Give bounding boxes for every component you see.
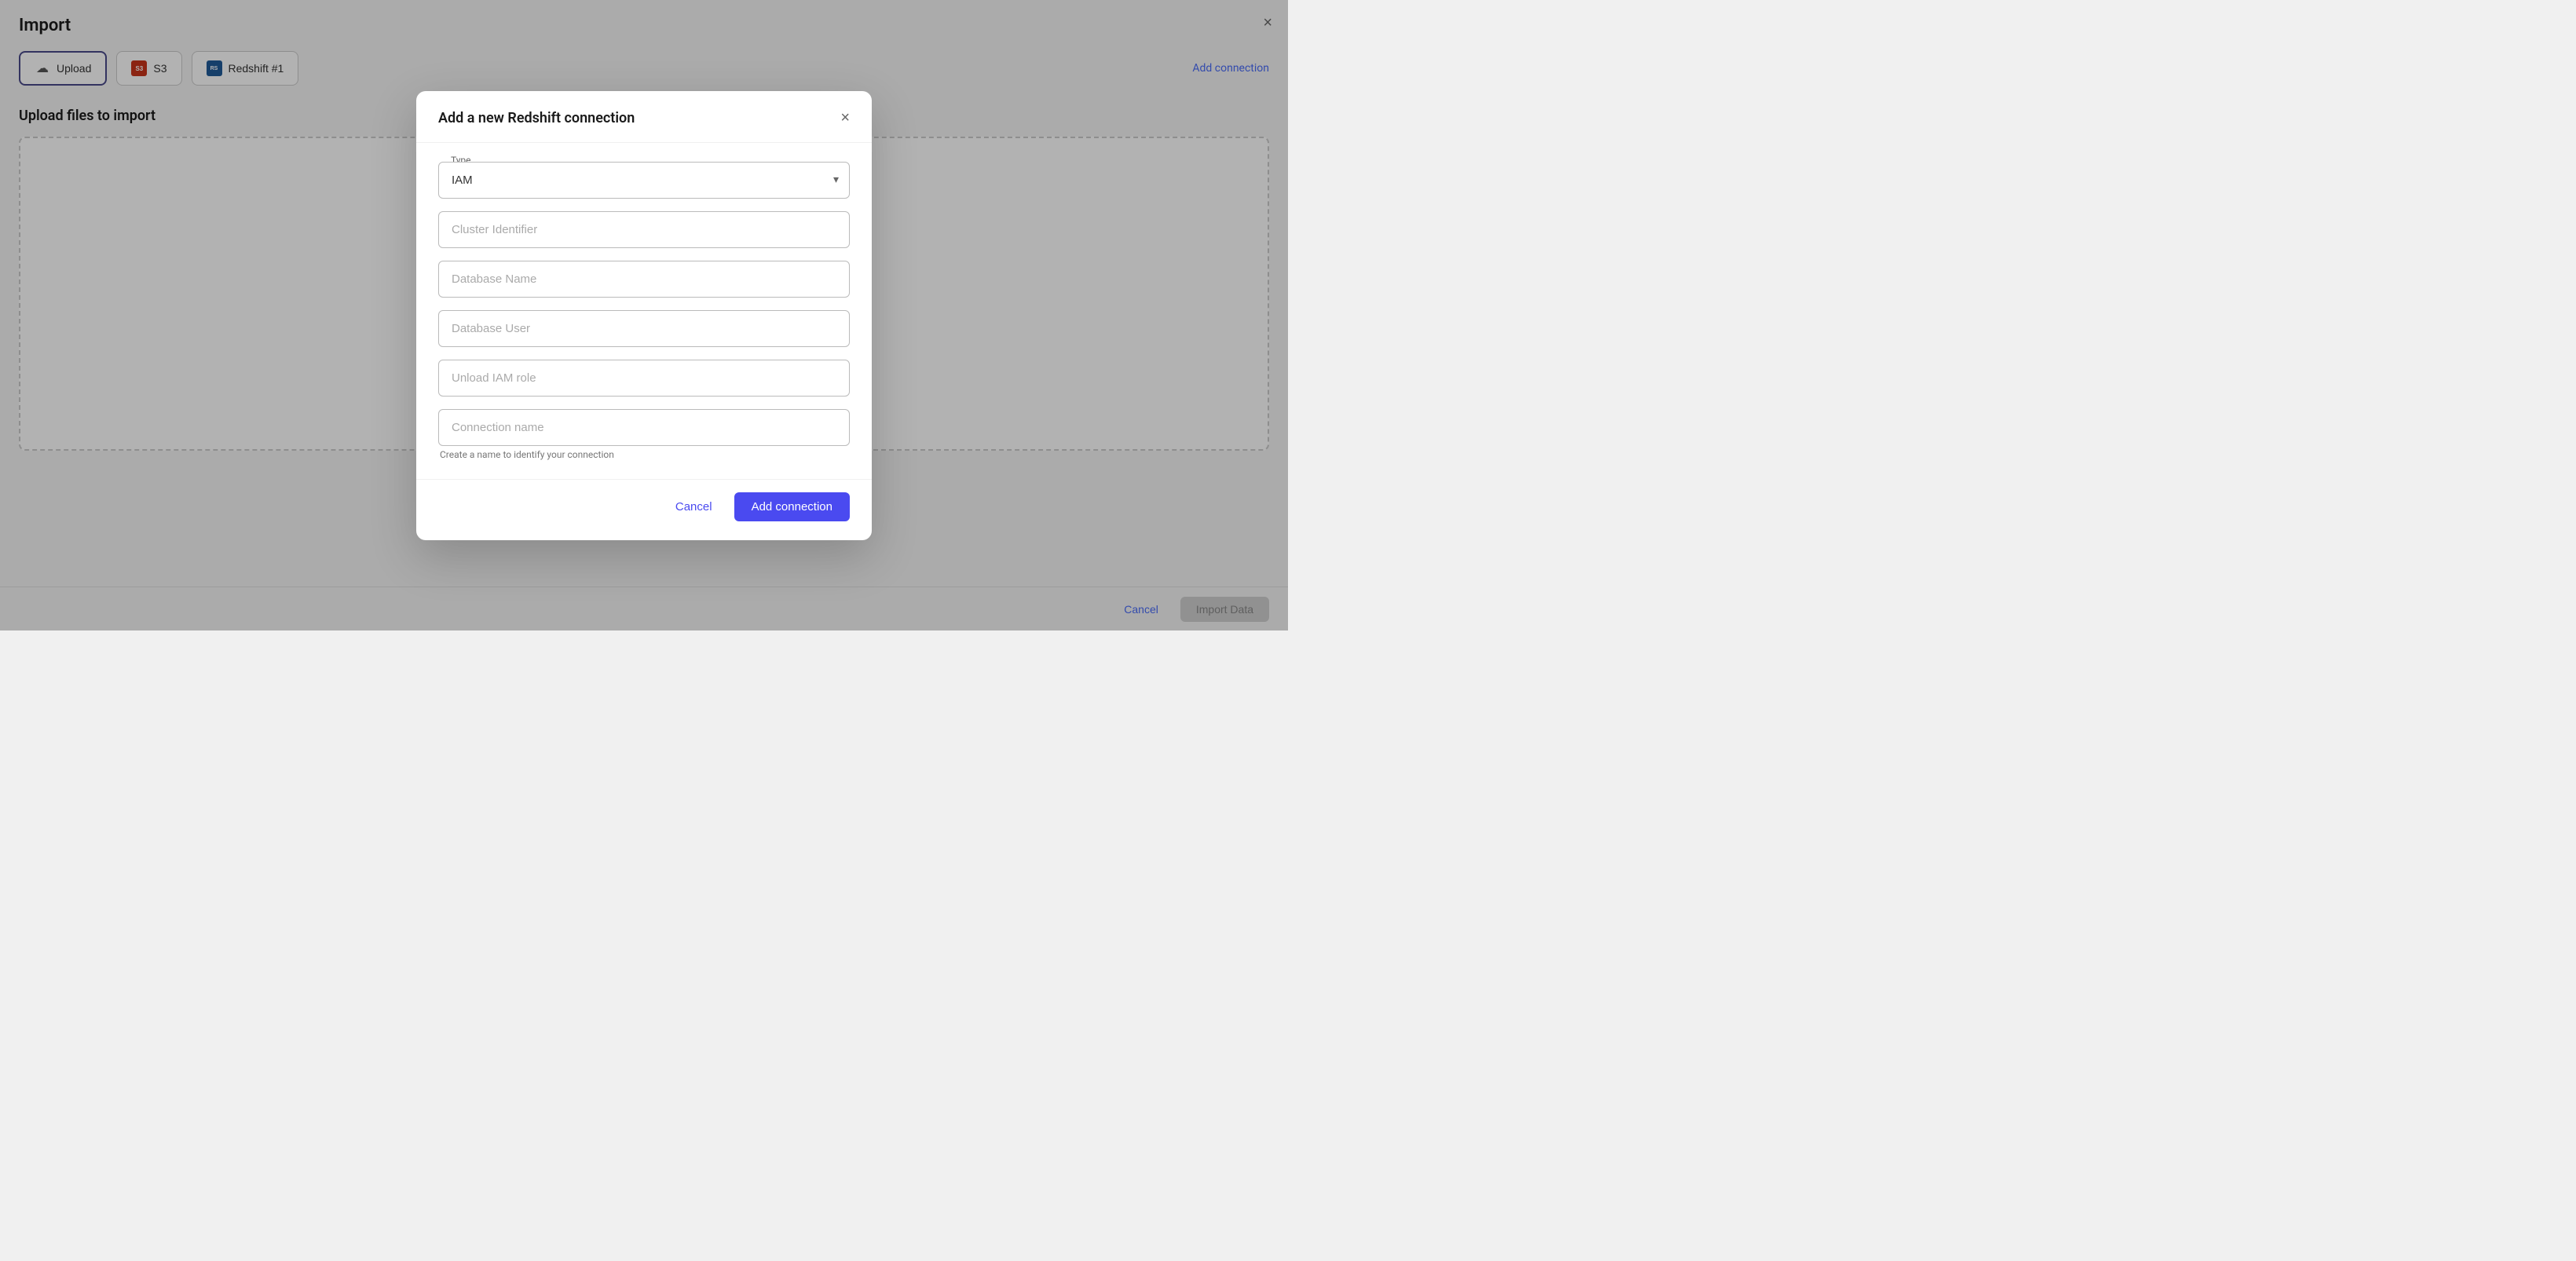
modal-cancel-button[interactable]: Cancel <box>663 494 725 520</box>
connection-name-hint: Create a name to identify your connectio… <box>438 449 850 460</box>
modal-add-button[interactable]: Add connection <box>734 492 850 521</box>
type-field: Type IAM Password SSO <box>438 162 850 199</box>
database-name-field <box>438 261 850 298</box>
modal-title: Add a new Redshift connection <box>438 110 635 126</box>
modal: Add a new Redshift connection × Type IAM… <box>416 91 872 540</box>
unload-iam-role-input[interactable] <box>438 360 850 397</box>
cluster-identifier-input[interactable] <box>438 211 850 248</box>
unload-iam-role-field <box>438 360 850 397</box>
type-select-wrapper: IAM Password SSO <box>438 162 850 199</box>
cluster-identifier-field <box>438 211 850 248</box>
modal-header: Add a new Redshift connection × <box>416 91 872 143</box>
connection-name-field: Create a name to identify your connectio… <box>438 409 850 460</box>
modal-footer: Cancel Add connection <box>416 479 872 540</box>
modal-body: Type IAM Password SSO <box>416 143 872 479</box>
connection-name-input[interactable] <box>438 409 850 446</box>
database-user-input[interactable] <box>438 310 850 347</box>
type-select[interactable]: IAM Password SSO <box>438 162 850 199</box>
database-name-input[interactable] <box>438 261 850 298</box>
database-user-field <box>438 310 850 347</box>
modal-close-button[interactable]: × <box>840 110 850 126</box>
modal-overlay: Add a new Redshift connection × Type IAM… <box>0 0 1288 630</box>
